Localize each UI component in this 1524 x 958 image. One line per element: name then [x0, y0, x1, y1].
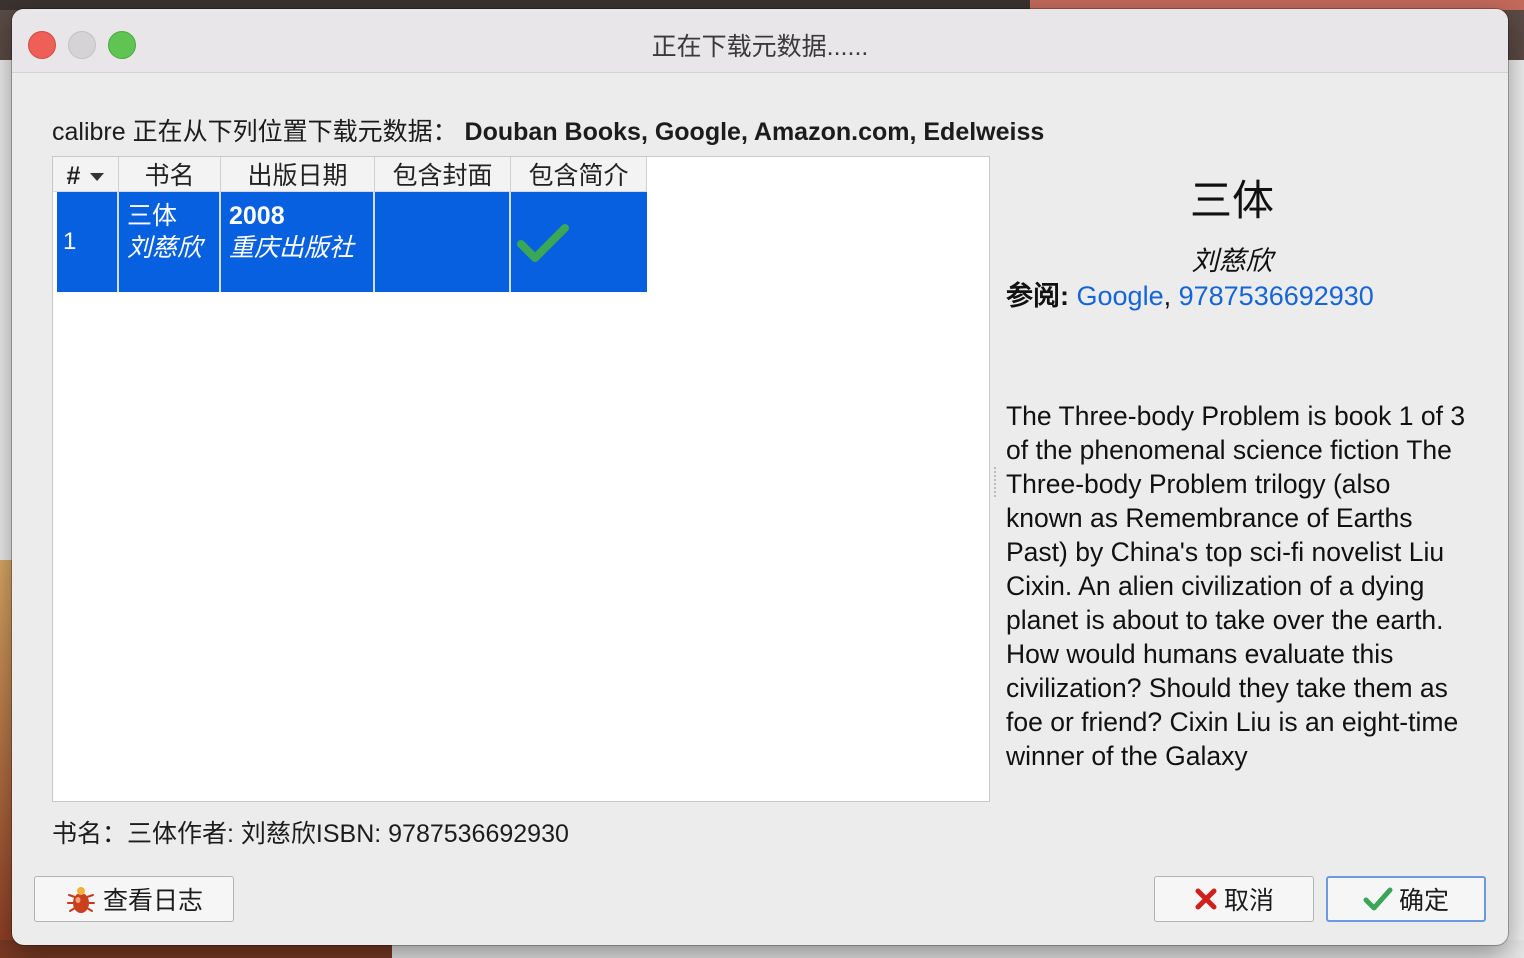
column-header-title[interactable]: 书名	[119, 157, 221, 191]
cell-has-cover	[375, 192, 511, 292]
check-icon	[1363, 886, 1393, 912]
ok-label: 确定	[1398, 887, 1449, 915]
table-row[interactable]: 1 三体 刘慈欣 2008 重庆出版社	[57, 192, 647, 292]
selection-summary: 书名：三体作者: 刘慈欣ISBN: 9787536692930	[52, 820, 569, 848]
see-also-label: 参阅:	[1006, 281, 1069, 311]
table-header: # 书名 出版日期 包含封面 包含简介	[53, 157, 647, 192]
column-header-has-description[interactable]: 包含简介	[511, 157, 647, 191]
cell-number: 1	[57, 192, 119, 292]
book-author: 刘慈欣	[127, 234, 203, 262]
column-header-has-cover[interactable]: 包含封面	[375, 157, 511, 191]
title-bar: 正在下载元数据......	[12, 9, 1508, 73]
cell-pubdate: 2008 重庆出版社	[221, 192, 375, 292]
detail-author: 刘慈欣	[1191, 246, 1273, 276]
view-log-button[interactable]: 查看日志	[34, 876, 234, 922]
pub-year: 2008	[229, 202, 285, 230]
download-metadata-dialog: 正在下载元数据...... calibre 正在从下列位置下载元数据： Doub…	[12, 9, 1508, 945]
column-header-pubdate[interactable]: 出版日期	[221, 157, 375, 191]
google-link[interactable]: Google	[1077, 281, 1164, 311]
book-description: The Three-body Problem is book 1 of 3 of…	[1006, 401, 1466, 771]
book-title: 三体	[127, 202, 178, 230]
ok-button[interactable]: 确定	[1326, 876, 1486, 922]
link-separator: ,	[1163, 281, 1179, 311]
view-log-label: 查看日志	[102, 887, 203, 915]
panel-splitter[interactable]	[994, 467, 998, 497]
column-header-number[interactable]: #	[53, 157, 119, 191]
sources-list: Douban Books, Google, Amazon.com, Edelwe…	[464, 118, 1045, 146]
checkmark-icon	[517, 224, 569, 262]
cell-has-description	[511, 192, 647, 292]
bug-icon	[65, 883, 97, 915]
close-x-icon	[1194, 887, 1218, 911]
sources-line: calibre 正在从下列位置下载元数据： Douban Books, Goog…	[52, 112, 1044, 148]
isbn-link[interactable]: 9787536692930	[1179, 281, 1374, 311]
detail-title: 三体	[1189, 177, 1274, 224]
results-table: # 书名 出版日期 包含封面 包含简介 1 三体 刘慈欣 2008 重庆出版社	[52, 156, 990, 802]
sort-descending-icon	[90, 173, 105, 182]
cancel-label: 取消	[1223, 887, 1274, 915]
see-also-links: 参阅: Google, 9787536692930	[1006, 274, 1374, 313]
background-right-panel	[1506, 60, 1524, 940]
cancel-button[interactable]: 取消	[1154, 876, 1314, 922]
publisher: 重庆出版社	[229, 234, 355, 262]
window-title: 正在下载元数据......	[651, 33, 869, 61]
cell-title: 三体 刘慈欣	[119, 192, 221, 292]
sources-prefix: calibre 正在从下列位置下载元数据：	[52, 118, 458, 146]
